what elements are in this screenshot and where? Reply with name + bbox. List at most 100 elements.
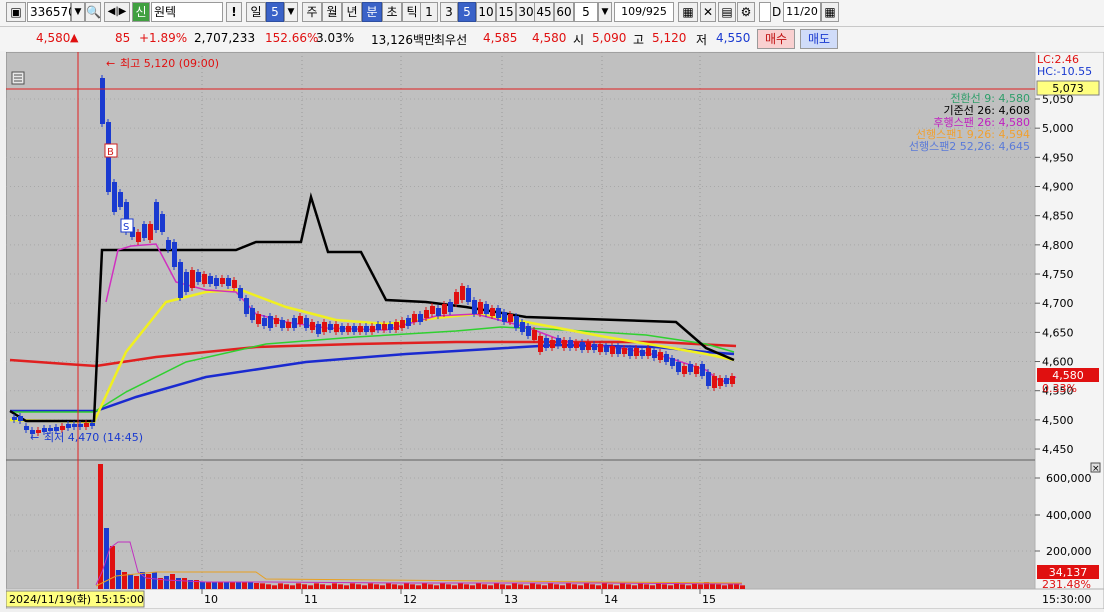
- period-tick-button[interactable]: 틱: [402, 2, 422, 22]
- window-icon[interactable]: ▣: [6, 2, 26, 22]
- volume-bar: [548, 583, 553, 589]
- alert-icon[interactable]: !: [226, 2, 242, 22]
- prev-next-icon[interactable]: ◀|▶: [104, 2, 130, 22]
- time-tick-label: 11: [304, 593, 318, 606]
- stock-code-input[interactable]: 336570: [27, 2, 76, 22]
- volume-bar: [200, 582, 205, 589]
- volume-bar: [296, 583, 301, 589]
- volume-bar: [212, 582, 217, 589]
- time-tick-label: 13: [504, 593, 518, 606]
- candle-body: [664, 354, 669, 362]
- candle-body: [256, 314, 261, 324]
- interval-15-button[interactable]: 15: [496, 2, 516, 22]
- volume-bar: [338, 584, 343, 589]
- volume-bar: [326, 585, 331, 589]
- interval-3-button[interactable]: 3: [440, 2, 458, 22]
- volume-bar: [164, 576, 169, 589]
- time-tick-label: 10: [204, 593, 218, 606]
- volume-bar: [722, 585, 727, 589]
- period-multiplier[interactable]: 5: [266, 2, 284, 22]
- interval-dropdown-icon[interactable]: ▼: [598, 2, 612, 22]
- time-tick-label: 15: [702, 593, 716, 606]
- candle-body: [112, 182, 117, 212]
- period-minute-button[interactable]: 분: [362, 2, 382, 22]
- candle-body: [670, 358, 675, 366]
- trade-amount: 13,126백만: [371, 33, 436, 47]
- volume-bar: [518, 584, 523, 589]
- volume-bar: [434, 585, 439, 589]
- candle-body: [514, 316, 519, 328]
- volume-bar: [368, 583, 373, 589]
- search-icon[interactable]: 🔍: [85, 2, 101, 22]
- candle-body: [280, 320, 285, 328]
- low-value: 4,550: [716, 31, 751, 45]
- period-day-button[interactable]: 일: [246, 2, 266, 22]
- interval-45-button[interactable]: 45: [534, 2, 554, 22]
- interval-5-button[interactable]: 5: [458, 2, 476, 22]
- volume-bar: [374, 584, 379, 589]
- volume-bar: [344, 585, 349, 589]
- date-field[interactable]: 11/20: [783, 2, 821, 22]
- candle-body: [358, 326, 363, 332]
- candle-body: [430, 306, 435, 314]
- time-tick-label: 12: [403, 593, 417, 606]
- candle-body: [292, 318, 297, 328]
- period-week-button[interactable]: 주: [302, 2, 322, 22]
- legend-leading-span2: 선행스팬2 52,26: 4,645: [909, 140, 1030, 153]
- period-second-button[interactable]: 초: [382, 2, 402, 22]
- settings-grid-icon[interactable]: ▦: [678, 2, 698, 22]
- candle-body: [226, 278, 231, 286]
- sell-button[interactable]: 매도: [800, 29, 838, 49]
- period-month-button[interactable]: 월: [322, 2, 342, 22]
- candle-body: [484, 304, 489, 314]
- candle-body: [520, 322, 525, 332]
- candle-body: [346, 326, 351, 332]
- period-dropdown-icon[interactable]: ▼: [284, 2, 298, 22]
- gear-icon[interactable]: ⚙: [737, 2, 755, 22]
- price-tick-label: 4,650: [1042, 326, 1074, 339]
- candle-body: [400, 320, 405, 328]
- high-label: 고: [633, 33, 645, 47]
- volume-bar: [236, 582, 241, 589]
- volume-bar: [428, 584, 433, 589]
- save-icon[interactable]: ▤: [718, 2, 736, 22]
- interval-1-button[interactable]: 1: [420, 2, 438, 22]
- crosshair-icon[interactable]: ✕: [700, 2, 716, 22]
- volume-bar: [482, 584, 487, 589]
- code-dropdown-icon[interactable]: ▼: [71, 2, 85, 22]
- volume-bar: [254, 583, 259, 589]
- volume-bar: [698, 584, 703, 589]
- volume-bar: [110, 546, 115, 589]
- volume-bar: [668, 585, 673, 589]
- interval-select[interactable]: 5: [574, 2, 598, 22]
- range-field[interactable]: 109/925: [614, 2, 674, 22]
- interval-60-button[interactable]: 60: [554, 2, 574, 22]
- candle-body: [184, 272, 189, 292]
- best-ask: 4,585: [483, 31, 518, 45]
- candle-body: [328, 324, 333, 330]
- candle-body: [232, 280, 237, 288]
- period-year-button[interactable]: 년: [342, 2, 362, 22]
- change-value: 85: [115, 31, 131, 45]
- candle-body: [322, 322, 327, 332]
- buy-button[interactable]: 매수: [757, 29, 795, 49]
- volume-bar: [500, 584, 505, 589]
- volume-bar: [566, 583, 571, 589]
- low-marker-arrow: ←: [30, 431, 39, 444]
- chart-area[interactable]: 5,050 5,000 4,950 4,900 4,850 4,800 4,750 4,700…: [5, 51, 1104, 610]
- volume-bar: [524, 585, 529, 589]
- candle-body: [274, 318, 279, 324]
- best-bid: 4,580: [532, 31, 567, 45]
- price-tick-label: 4,950: [1042, 151, 1074, 164]
- candlestick-chart[interactable]: 5,0505,0004,9504,9004,8504,8004,7504,700…: [5, 51, 1104, 610]
- d-checkbox[interactable]: [759, 2, 771, 22]
- stock-name-field[interactable]: 원텍: [151, 2, 223, 22]
- interval-30-button[interactable]: 30: [516, 2, 536, 22]
- candle-body: [208, 276, 213, 284]
- interval-10-button[interactable]: 10: [476, 2, 496, 22]
- volume-bar: [656, 583, 661, 589]
- volume-bar: [248, 582, 253, 589]
- calendar-icon[interactable]: ▦: [821, 2, 839, 22]
- current-pct-label: 0.33%: [1042, 382, 1077, 395]
- candle-body: [388, 324, 393, 330]
